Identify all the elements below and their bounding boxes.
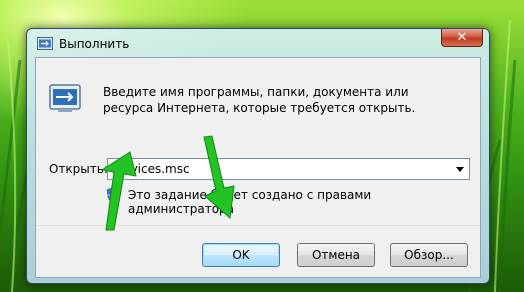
run-app-icon bbox=[37, 37, 53, 50]
browse-button[interactable]: Обзор... bbox=[390, 243, 468, 267]
run-dialog: Выполнить ✕ Введите имя программы, папки… bbox=[26, 28, 490, 284]
ok-button[interactable]: OK bbox=[202, 243, 280, 267]
title-bar[interactable]: Выполнить ✕ bbox=[27, 29, 489, 57]
cancel-button[interactable]: Отмена bbox=[297, 243, 375, 267]
shield-icon bbox=[106, 186, 122, 204]
open-input[interactable]: services.msc bbox=[112, 162, 190, 176]
dialog-client-area: Введите имя программы, папки, документа … bbox=[35, 57, 481, 278]
open-label: Открыть: bbox=[49, 162, 108, 176]
admin-note: Это задание будет создано с правами адми… bbox=[128, 188, 372, 216]
close-icon: ✕ bbox=[456, 30, 468, 45]
window-title: Выполнить bbox=[59, 37, 130, 51]
close-button[interactable]: ✕ bbox=[441, 29, 483, 47]
description-text: Введите имя программы, папки, документа … bbox=[103, 85, 416, 115]
chevron-down-icon[interactable] bbox=[456, 167, 464, 172]
run-program-icon bbox=[49, 84, 81, 112]
open-combobox[interactable]: services.msc bbox=[107, 158, 470, 180]
